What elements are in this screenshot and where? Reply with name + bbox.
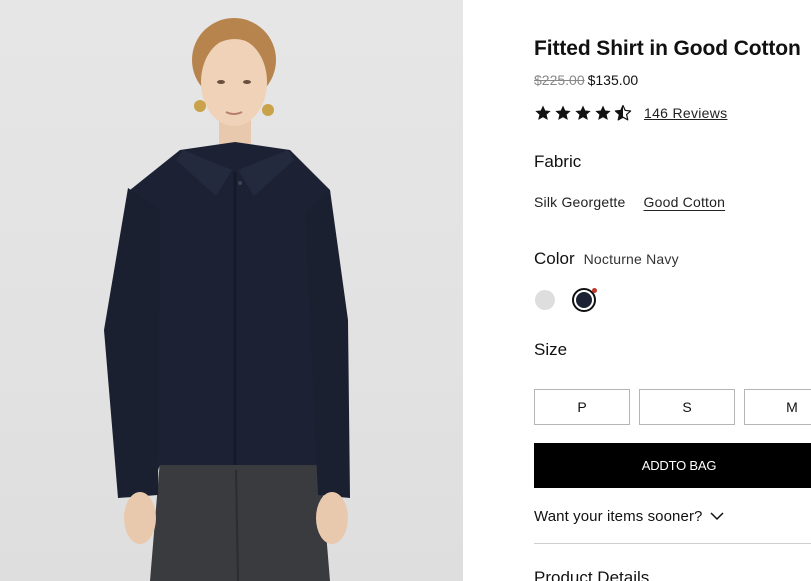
star-half-icon bbox=[614, 104, 632, 121]
size-options: P S M bbox=[534, 389, 811, 425]
size-button-m[interactable]: M bbox=[744, 389, 811, 425]
fabric-options: Silk Georgette Good Cotton bbox=[534, 194, 725, 210]
fabric-option-good-cotton[interactable]: Good Cotton bbox=[644, 194, 726, 210]
price: $225.00 $135.00 bbox=[534, 72, 638, 88]
delivery-toggle[interactable]: Want your items sooner? bbox=[534, 508, 725, 525]
swatch-nocturne-navy[interactable] bbox=[572, 288, 597, 312]
swatch-white[interactable] bbox=[535, 290, 555, 310]
star-icon bbox=[555, 105, 571, 120]
price-sale: $135.00 bbox=[587, 72, 639, 88]
product-title: Fitted Shirt in Good Cotton bbox=[534, 37, 801, 60]
size-label: Size bbox=[534, 340, 568, 359]
price-original: $225.00 bbox=[534, 72, 585, 88]
size-button-p[interactable]: P bbox=[534, 389, 630, 425]
reviews-link[interactable]: 146 Reviews bbox=[644, 105, 727, 121]
delivery-toggle-label: Want your items sooner? bbox=[534, 508, 703, 525]
selected-color-name: Nocturne Navy bbox=[583, 251, 679, 267]
sale-dot-icon bbox=[592, 288, 597, 293]
color-label: Color bbox=[534, 249, 575, 268]
product-details-heading[interactable]: Product Details bbox=[534, 568, 649, 581]
star-icon bbox=[595, 105, 611, 120]
color-swatches bbox=[534, 288, 597, 312]
star-icon bbox=[535, 105, 551, 120]
size-button-s[interactable]: S bbox=[639, 389, 735, 425]
product-details-panel: Fitted Shirt in Good Cotton $225.00 $135.… bbox=[534, 0, 811, 581]
color-heading: Color Nocturne Navy bbox=[534, 249, 679, 269]
rating: 146 Reviews bbox=[534, 104, 727, 122]
star-rating bbox=[534, 104, 632, 122]
add-to-bag-button[interactable]: ADDTO BAG bbox=[534, 443, 811, 488]
swatch-fill bbox=[576, 292, 592, 308]
chevron-down-icon bbox=[710, 512, 725, 521]
divider bbox=[534, 543, 811, 544]
fabric-label: Fabric bbox=[534, 152, 582, 171]
star-icon bbox=[575, 105, 591, 120]
product-image[interactable] bbox=[0, 0, 463, 581]
fabric-option-silk-georgette[interactable]: Silk Georgette bbox=[534, 194, 626, 210]
model-photo bbox=[104, 18, 350, 581]
